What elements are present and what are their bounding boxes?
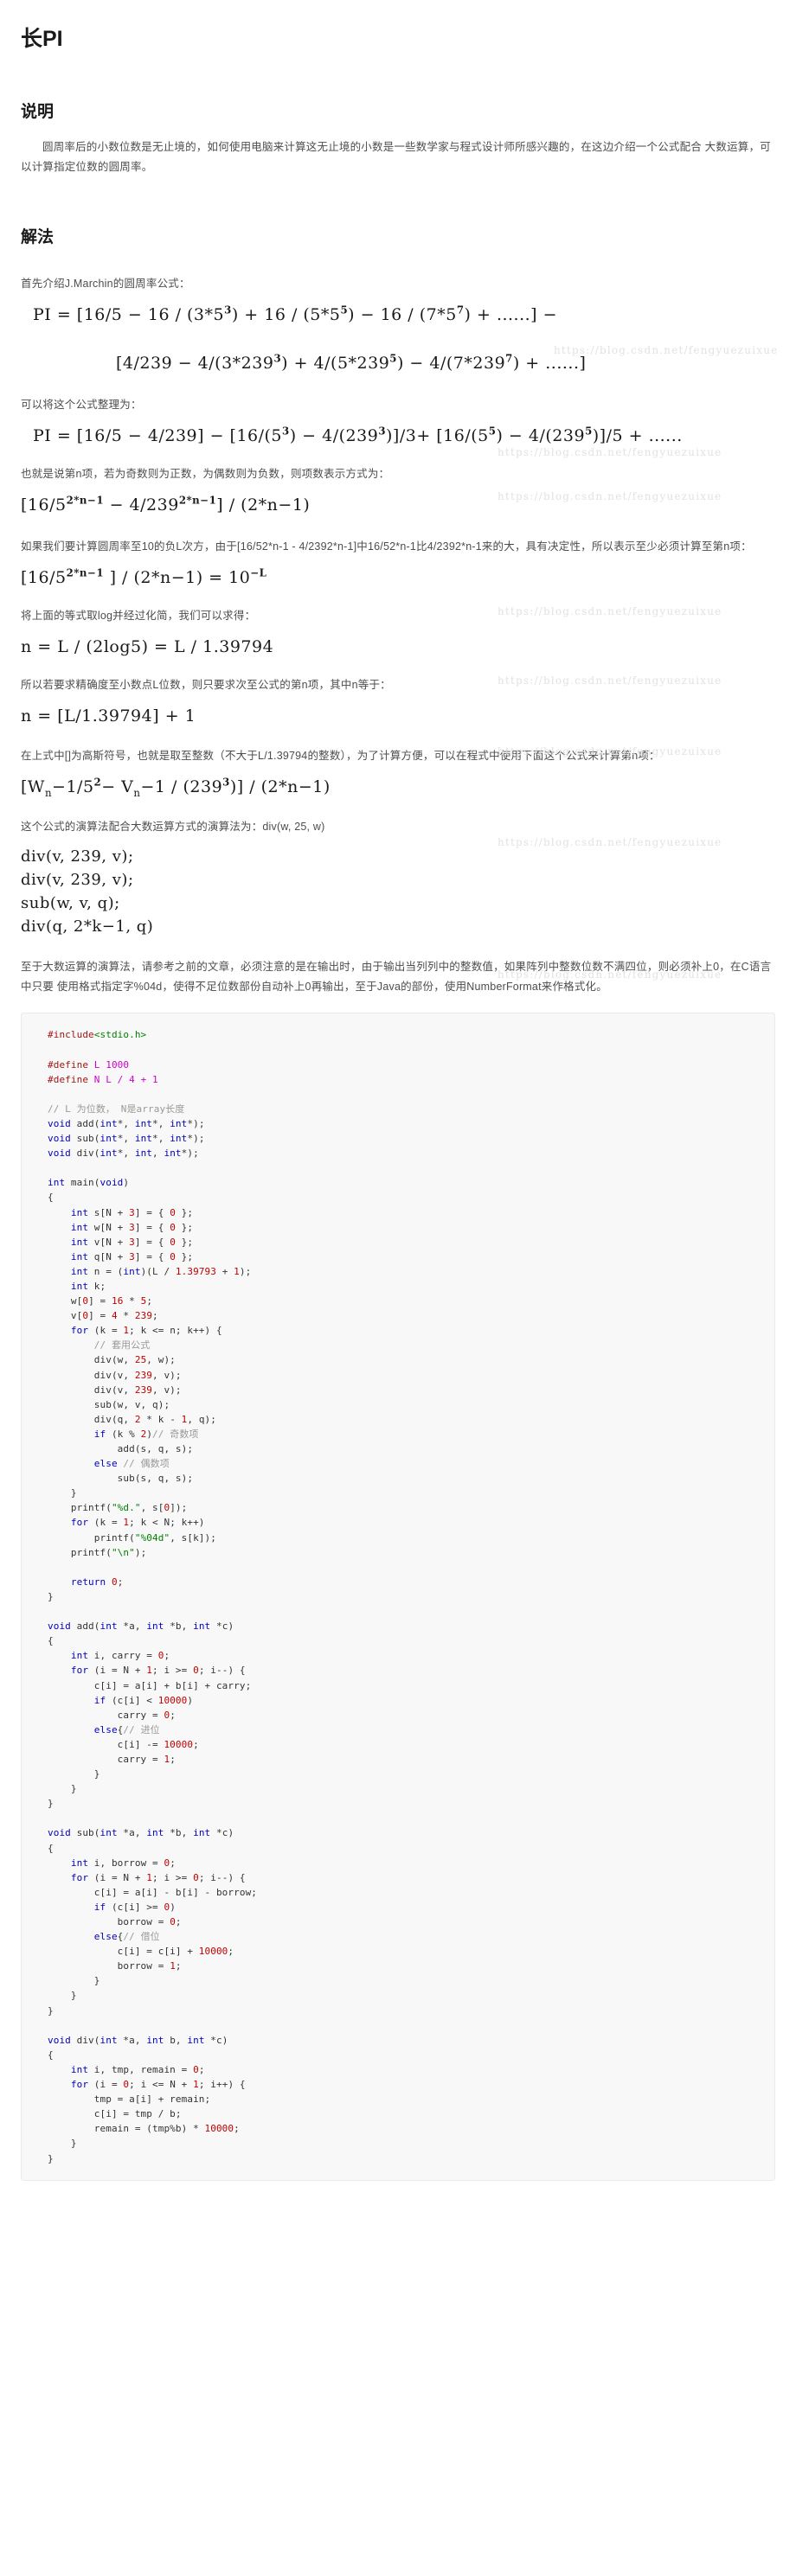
code-content[interactable]: #include<stdio.h> #define L 1000 #define…: [22, 1027, 774, 2165]
page-title: 长PI: [21, 27, 63, 51]
calls-lead-text: 这个公式的演算法配合大数运算方式的演算法为：div(w, 25, w): [21, 821, 325, 834]
call-line: div(v, 239, v);: [21, 847, 134, 866]
formula-precision: [16/52*n−1 ] / (2*n−1) = 10−L: [21, 567, 267, 588]
log-lead-text: 将上面的等式取log并经过化简，我们可以求得：: [21, 610, 256, 623]
ceil-lead-text: 所以若要求精确度至小数点L位数，则只要求次至公式的第n项，其中n等于：: [21, 679, 391, 692]
formula-rearranged: PI = [16/5 − 4/239] − [16/(53) − 4/(2393…: [33, 425, 683, 446]
formula-term: [16/52*n−1 − 4/2392*n−1] / (2*n−1): [21, 495, 311, 515]
rearrange-lead-text: 可以将这个公式整理为：: [21, 399, 142, 412]
int-lead-text: 在上式中[]为高斯符号，也就是取至整数（不大于L/1.39794的整数），为了计…: [21, 750, 660, 763]
sign-lead-text: 也就是说第n项，若为奇数则为正数，为偶数则为负数，则项数表示方式为：: [21, 468, 390, 481]
formula-int: [Wn−1/52− Vn−1 / (2393)] / (2*n−1): [21, 777, 331, 800]
formula-call-list: div(v, 239, v); div(v, 239, v); sub(w, v…: [21, 845, 775, 938]
call-line: div(q, 2*k−1, q): [21, 917, 154, 936]
method-lead-text: 首先介绍J.Marchin的圆周率公式：: [21, 278, 190, 291]
formula-log: n = L / (2log5) = L / 1.39794: [21, 637, 274, 657]
article-page: 长PI 说明 圆周率后的小数位数是无止境的，如何使用电脑来计算这无止境的小数是一…: [0, 0, 796, 2215]
code-block[interactable]: #include<stdio.h> #define L 1000 #define…: [21, 1013, 775, 2181]
section-heading-description: 说明: [21, 103, 55, 121]
call-line: div(v, 239, v);: [21, 871, 134, 890]
bignum-note-paragraph: 至于大数运算的演算法，请参考之前的文章，必须注意的是在输出时，由于输出当列列中的…: [21, 961, 772, 994]
call-line: sub(w, v, q);: [21, 894, 120, 913]
formula-marchin-line2: [4/239 − 4/(3*2393) + 4/(5*2395) − 4/(7*…: [116, 353, 587, 374]
section-heading-method: 解法: [21, 227, 55, 246]
description-paragraph: 圆周率后的小数位数是无止境的，如何使用电脑来计算这无止境的小数是一些数学家与程式…: [21, 140, 771, 173]
precision-paragraph: 如果我们要计算圆周率至10的负L次方，由于[16/52*n-1 - 4/2392…: [21, 540, 752, 553]
formula-ceil: n = [L/1.39794] + 1: [21, 706, 196, 726]
formula-marchin-line1: PI = [16/5 − 16 / (3*53) + 16 / (5*55) −…: [33, 304, 558, 325]
